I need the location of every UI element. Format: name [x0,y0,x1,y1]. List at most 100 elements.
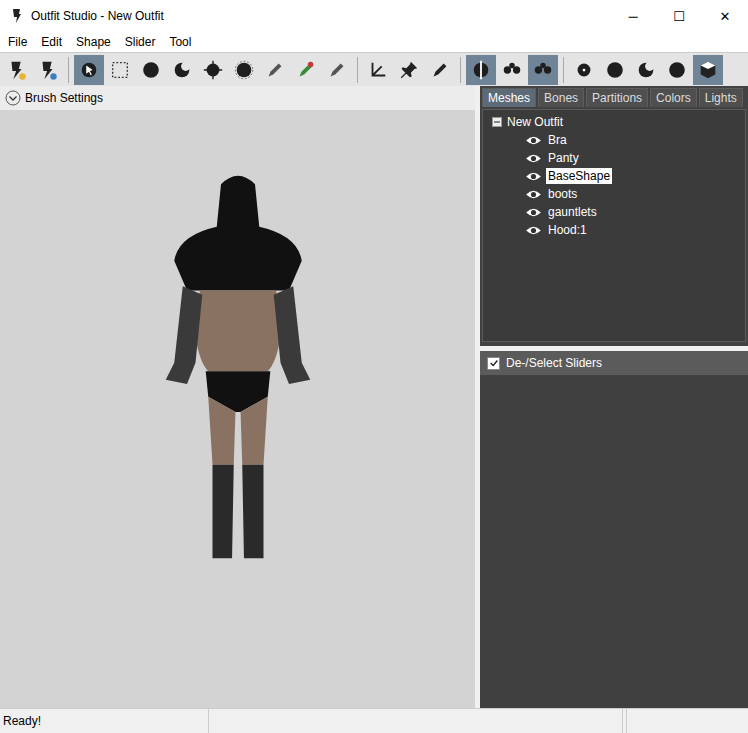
tree-root-label: New Outfit [507,115,563,129]
toolbar-button[interactable] [394,55,424,85]
brush-icon [78,59,100,81]
model-render [153,142,323,592]
pen-icon [264,59,286,81]
toolbar-button[interactable] [600,55,630,85]
app-logo-icon [9,8,25,24]
status-bar: Ready! [0,708,748,733]
window-control[interactable]: ☐ [656,0,702,32]
menu-item[interactable]: Tool [162,35,198,49]
dot-icon [573,59,595,81]
toolbar-button[interactable] [229,55,259,85]
tab[interactable]: Meshes [482,88,536,107]
crescent-icon [635,59,657,81]
viewport-panel: Brush Settings [0,86,475,708]
side-panel: MeshesBonesPartitionsColorsLights New Ou… [480,86,748,708]
eye-icon[interactable] [525,153,542,164]
tree-root[interactable]: New Outfit [483,113,745,131]
brush-settings-label: Brush Settings [25,91,103,105]
mesh-name: gauntlets [546,204,599,220]
select-icon [109,59,131,81]
mesh-name: Bra [546,132,569,148]
mesh-name: BaseShape [546,168,612,184]
eye-icon[interactable] [525,135,542,146]
select-sliders-checkbox[interactable] [487,357,500,370]
tab[interactable]: Lights [699,88,743,107]
mesh-tree: New Outfit Bra Panty BaseShape boots gau… [482,109,746,342]
checkmark-icon [489,358,499,368]
toolbar-button[interactable] [291,55,321,85]
toolbar-button[interactable] [260,55,290,85]
3d-viewport[interactable] [0,110,475,708]
status-segment [209,709,623,733]
status-segment [623,709,627,733]
outfit-icon [6,59,28,81]
eye-icon[interactable] [525,225,542,236]
expand-icon [5,90,21,106]
toolbar-button[interactable] [693,55,723,85]
mesh-row[interactable]: boots [483,185,745,203]
toolbar-separator [357,57,358,83]
window-title: Outfit Studio - New Outfit [31,9,610,23]
window-control[interactable]: ─ [610,0,656,32]
toolbar-separator [563,57,564,83]
crescent-icon [171,59,193,81]
collapse-icon[interactable] [492,117,502,127]
mesh-row[interactable]: gauntlets [483,203,745,221]
toolbar-button[interactable] [322,55,352,85]
tab[interactable]: Bones [538,88,584,107]
toolbar [0,52,748,86]
menu-item[interactable]: Slider [118,35,163,49]
pen-icon [326,59,348,81]
window-control[interactable]: ✕ [702,0,748,32]
menu-item[interactable]: Shape [69,35,118,49]
toolbar-button[interactable] [2,55,32,85]
toolbar-button[interactable] [528,55,558,85]
mesh-name: Panty [546,150,581,166]
circle-icon [140,59,162,81]
mesh-row[interactable]: Panty [483,149,745,167]
sliders-header: De-/Select Sliders [480,351,748,375]
mesh-row[interactable]: Hood:1 [483,221,745,239]
toolbar-button[interactable] [33,55,63,85]
circle-icon [604,59,626,81]
mesh-row[interactable]: Bra [483,131,745,149]
outfit-studio-window: Outfit Studio - New Outfit ─☐✕ FileEditS… [0,0,748,733]
brush-settings-header[interactable]: Brush Settings [0,86,475,110]
eye-icon[interactable] [525,189,542,200]
shape-icon [37,59,59,81]
toolbar-button[interactable] [425,55,455,85]
mesh-row[interactable]: BaseShape [483,167,745,185]
select-sliders-label: De-/Select Sliders [506,356,602,370]
toolbar-button[interactable] [662,55,692,85]
pin-icon [398,59,420,81]
eye-icon[interactable] [525,171,542,182]
slider-list [480,375,748,708]
toolbar-button[interactable] [363,55,393,85]
cube-icon [697,59,719,81]
tab[interactable]: Partitions [586,88,648,107]
menu-item[interactable]: File [1,35,34,49]
axis-icon [367,59,389,81]
circle-icon [666,59,688,81]
eye-icon[interactable] [525,207,542,218]
dots-icon [532,59,554,81]
title-bar: Outfit Studio - New Outfit ─☐✕ [0,0,748,32]
dots-icon [501,59,523,81]
mesh-name: boots [546,186,579,202]
toolbar-separator [68,57,69,83]
mirror-icon [470,59,492,81]
toolbar-separator [460,57,461,83]
toolbar-button[interactable] [136,55,166,85]
toolbar-button[interactable] [105,55,135,85]
toolbar-button[interactable] [198,55,228,85]
toolbar-button[interactable] [631,55,661,85]
toolbar-button[interactable] [497,55,527,85]
toolbar-button[interactable] [569,55,599,85]
tab[interactable]: Colors [650,88,697,107]
color-icon [295,59,317,81]
ring-icon [233,59,255,81]
toolbar-button[interactable] [466,55,496,85]
toolbar-button[interactable] [74,55,104,85]
toolbar-button[interactable] [167,55,197,85]
menu-item[interactable]: Edit [34,35,69,49]
